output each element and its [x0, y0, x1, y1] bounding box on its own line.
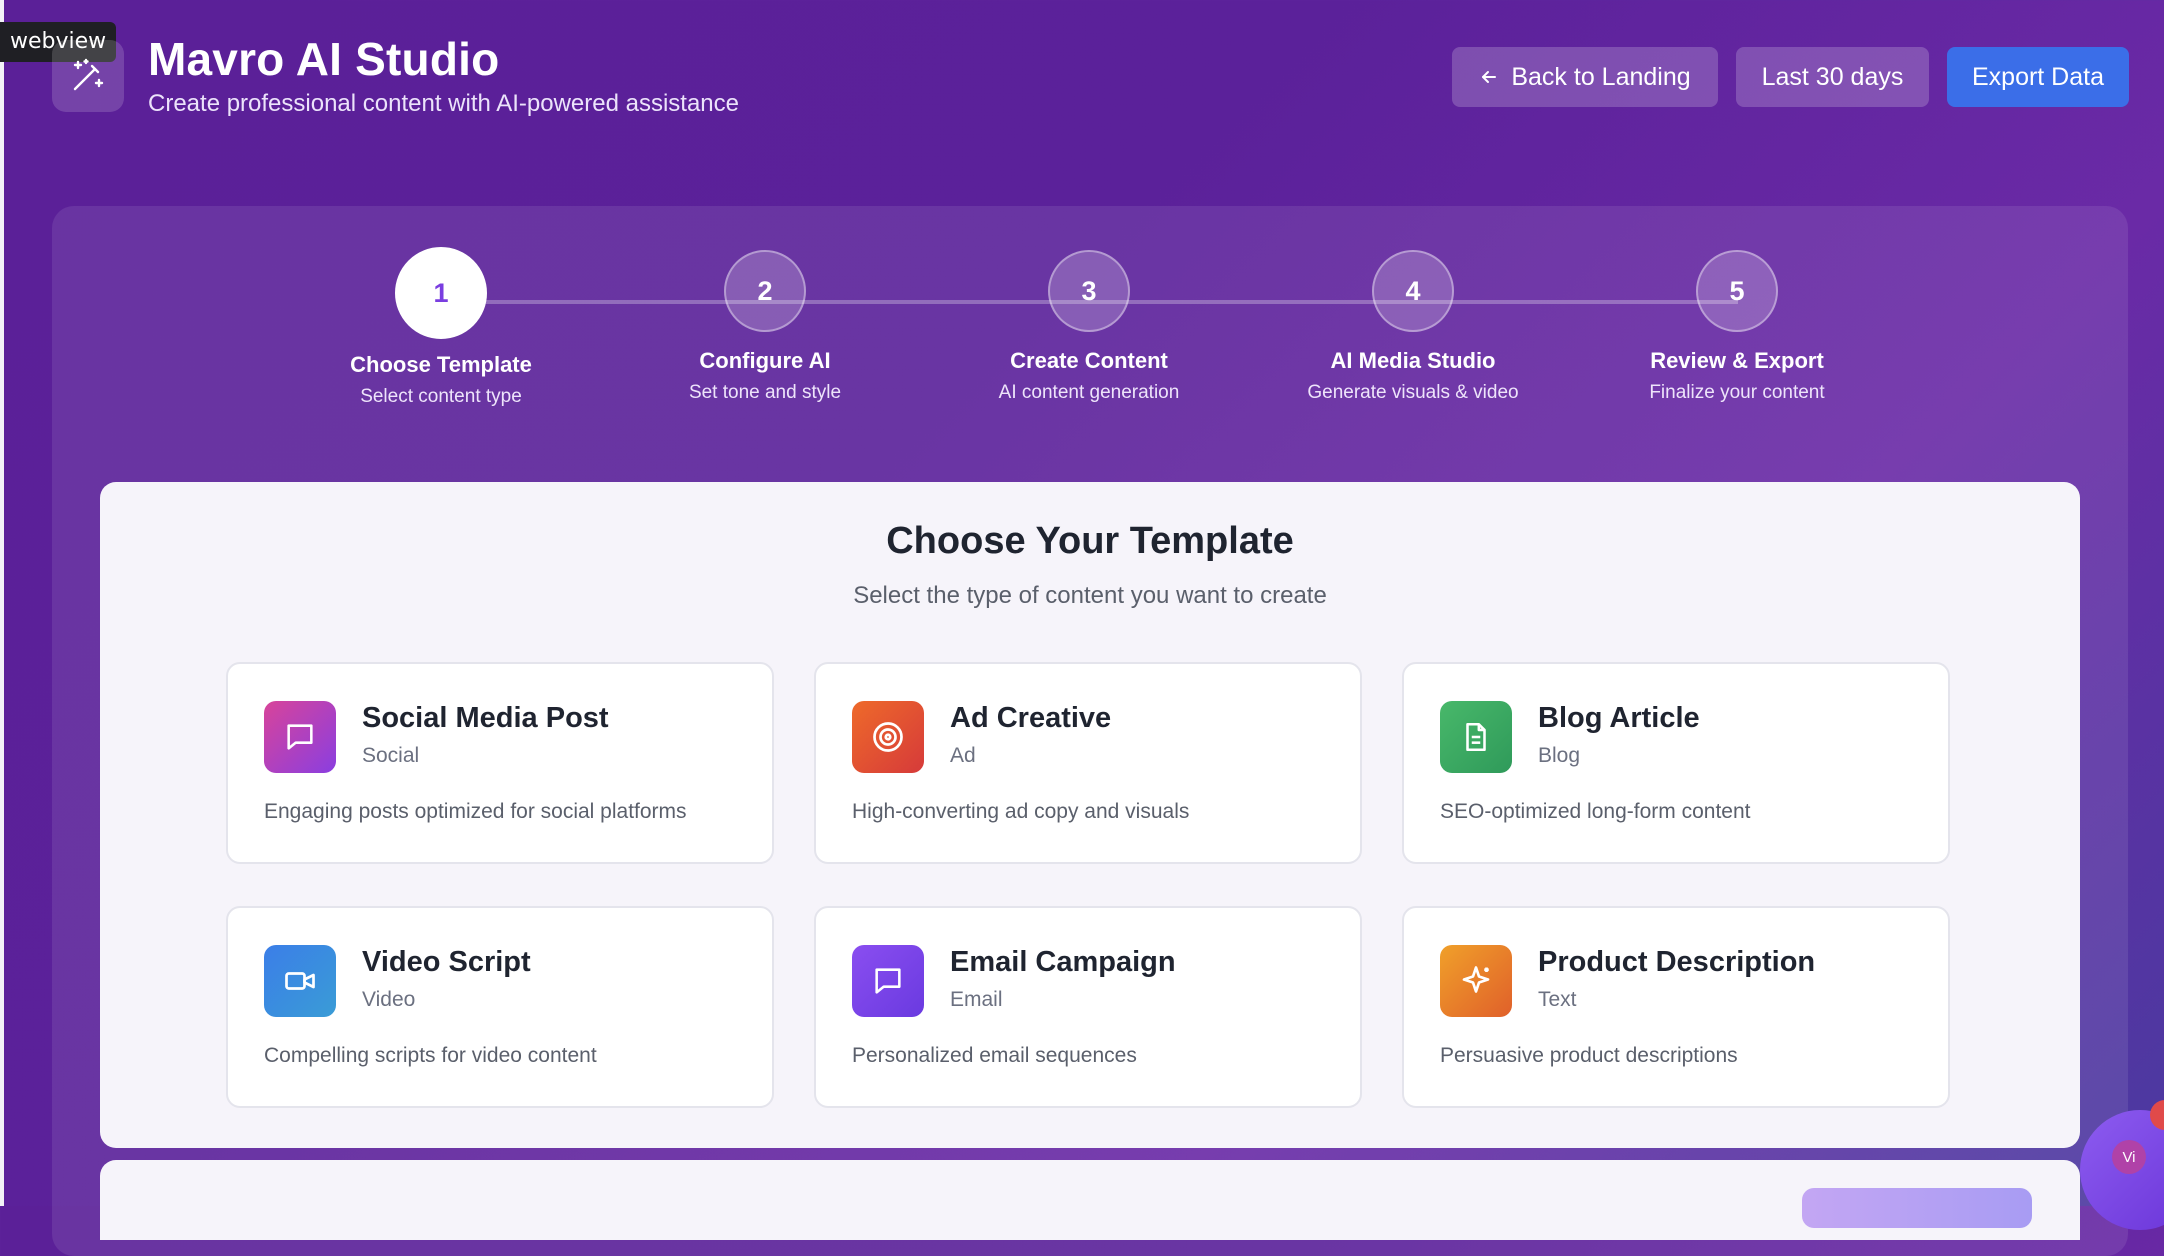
step-description: Select content type	[360, 386, 522, 407]
template-name: Blog Article	[1538, 702, 1700, 734]
template-description: Persuasive product descriptions	[1440, 1044, 1738, 1067]
section-title: Choose Your Template	[886, 520, 1294, 562]
step-configure-ai[interactable]: 2 Configure AI Set tone and style	[615, 250, 915, 404]
template-email-campaign[interactable]: Email Campaign Email Personalized email …	[814, 906, 1362, 1108]
step-number: 4	[1372, 250, 1454, 332]
window-edge	[0, 0, 4, 1206]
step-label: Choose Template	[350, 352, 532, 377]
step-label: Configure AI	[699, 348, 831, 373]
target-icon	[852, 701, 924, 773]
template-description: Compelling scripts for video content	[264, 1044, 597, 1067]
template-category: Text	[1538, 988, 1577, 1011]
template-description: SEO-optimized long-form content	[1440, 800, 1751, 823]
arrow-left-icon	[1482, 71, 1497, 83]
template-selection-card: Choose Your Template Select the type of …	[100, 482, 2080, 1148]
template-ad-creative[interactable]: Ad Creative Ad High-converting ad copy a…	[814, 662, 1362, 864]
template-name: Video Script	[362, 946, 531, 978]
step-label: Create Content	[1010, 348, 1168, 373]
message-square-icon	[264, 701, 336, 773]
magic-wand-icon	[52, 40, 124, 112]
export-data-label: Export Data	[1971, 62, 2104, 91]
step-label: Review & Export	[1650, 348, 1824, 373]
step-number: 5	[1696, 250, 1778, 332]
app-title: Mavro AI Studio	[148, 33, 500, 85]
export-data-button[interactable]: Export Data	[1947, 47, 2129, 107]
step-label: AI Media Studio	[1330, 348, 1496, 373]
template-blog-article[interactable]: Blog Article Blog SEO-optimized long-for…	[1402, 662, 1950, 864]
template-category: Social	[362, 744, 420, 767]
step-number: 1	[395, 247, 487, 339]
template-category: Email	[950, 988, 1003, 1011]
template-description: Engaging posts optimized for social plat…	[264, 800, 687, 823]
step-review-export[interactable]: 5 Review & Export Finalize your content	[1587, 250, 1887, 404]
continue-button[interactable]	[1802, 1188, 2032, 1228]
date-range-label: Last 30 days	[1761, 62, 1904, 91]
video-camera-icon	[264, 945, 336, 1017]
template-name: Email Campaign	[950, 946, 1176, 978]
template-category: Video	[362, 988, 416, 1011]
step-ai-media-studio[interactable]: 4 AI Media Studio Generate visuals & vid…	[1263, 250, 1563, 404]
template-name: Social Media Post	[362, 702, 609, 734]
template-name: Ad Creative	[950, 702, 1112, 734]
sparkle-icon	[1440, 945, 1512, 1017]
template-description: Personalized email sequences	[852, 1044, 1137, 1067]
step-description: Generate visuals & video	[1307, 382, 1519, 403]
template-category: Ad	[950, 744, 976, 767]
step-number: 2	[724, 250, 806, 332]
template-category: Blog	[1538, 744, 1581, 767]
step-description: Finalize your content	[1649, 382, 1825, 403]
template-description: High-converting ad copy and visuals	[852, 800, 1190, 823]
back-to-landing-label: Back to Landing	[1511, 62, 1691, 91]
avatar: Vi	[2112, 1140, 2146, 1174]
lower-card	[100, 1160, 2080, 1240]
section-subtitle: Select the type of content you want to c…	[853, 582, 1327, 609]
date-range-button[interactable]: Last 30 days	[1736, 47, 1929, 107]
step-description: Set tone and style	[688, 382, 842, 403]
template-product-description[interactable]: Product Description Text Persuasive prod…	[1402, 906, 1950, 1108]
step-choose-template[interactable]: 1 Choose Template Select content type	[291, 247, 591, 408]
app-subtitle: Create professional content with AI-powe…	[148, 90, 739, 117]
template-social-media-post[interactable]: Social Media Post Social Engaging posts …	[226, 662, 774, 864]
back-to-landing-button[interactable]: Back to Landing	[1452, 47, 1718, 107]
template-video-script[interactable]: Video Script Video Compelling scripts fo…	[226, 906, 774, 1108]
step-description: AI content generation	[998, 382, 1180, 403]
template-name: Product Description	[1538, 946, 1816, 978]
file-text-icon	[1440, 701, 1512, 773]
message-square-icon	[852, 945, 924, 1017]
step-create-content[interactable]: 3 Create Content AI content generation	[939, 250, 1239, 404]
step-number: 3	[1048, 250, 1130, 332]
